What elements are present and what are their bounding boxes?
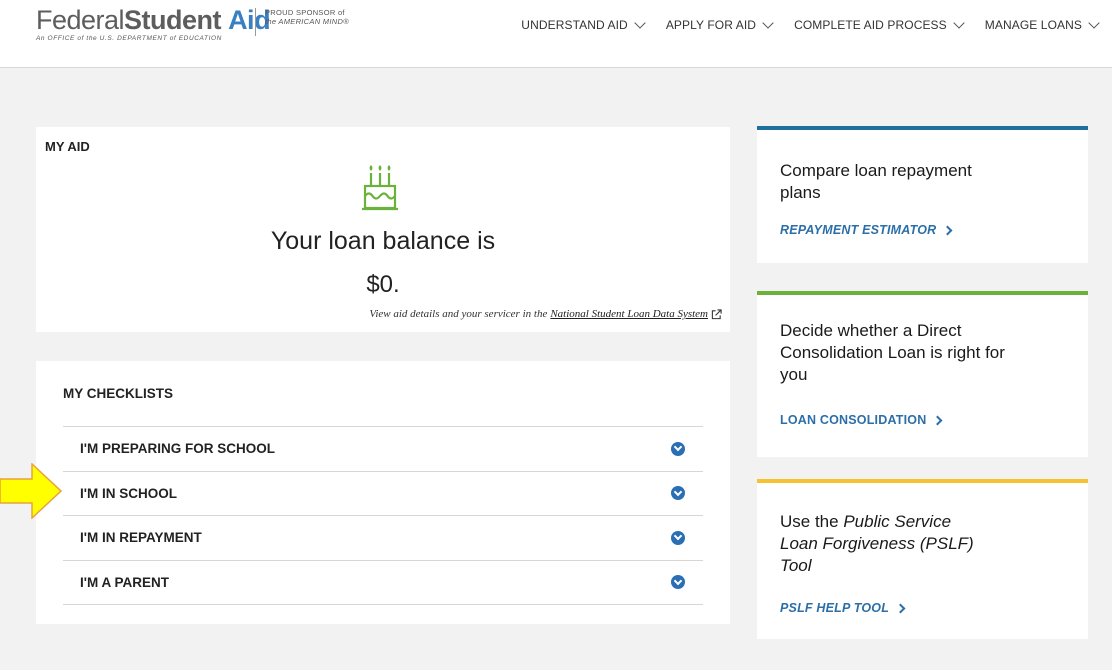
logo-word-student: Student bbox=[124, 5, 222, 35]
link-label: LOAN CONSOLIDATION bbox=[780, 413, 927, 427]
checklist-item-label: I'M A PARENT bbox=[80, 574, 169, 590]
chevron-down-circle-icon[interactable] bbox=[671, 486, 685, 501]
heading-prefix: Use the bbox=[780, 512, 839, 531]
checklist-item-in-school[interactable]: I'M IN SCHOOL bbox=[63, 472, 703, 516]
my-aid-card: MY AID Your loan balance is $0. View aid… bbox=[36, 127, 730, 332]
checklist-list: I'M PREPARING FOR SCHOOL I'M IN SCHOOL I… bbox=[63, 426, 703, 605]
checklist-item-label: I'M IN REPAYMENT bbox=[80, 530, 202, 546]
chevron-down-icon bbox=[634, 17, 646, 29]
logo-subtitle: An OFFICE of the U.S. DEPARTMENT of EDUC… bbox=[36, 35, 222, 42]
annotation-arrow-icon bbox=[0, 463, 62, 519]
nslds-link[interactable]: National Student Loan Data System bbox=[550, 308, 708, 320]
logo-word-federal: Federal bbox=[36, 5, 125, 35]
site-header: FederalStudent Aid An OFFICE of the U.S.… bbox=[0, 0, 1112, 68]
nav-apply-for-aid[interactable]: APPLY FOR AID bbox=[665, 17, 774, 32]
loan-consolidation-link[interactable]: LOAN CONSOLIDATION bbox=[780, 413, 943, 427]
federal-student-aid-logo[interactable]: FederalStudent Aid An OFFICE of the U.S.… bbox=[36, 5, 271, 42]
nav-label: COMPLETE AID PROCESS bbox=[794, 18, 947, 32]
checklist-item-label: I'M PREPARING FOR SCHOOL bbox=[80, 441, 275, 457]
checklists-title: MY CHECKLISTS bbox=[63, 386, 174, 401]
repayment-estimator-card: Compare loan repayment plans REPAYMENT E… bbox=[757, 126, 1088, 263]
chevron-down-icon bbox=[953, 17, 965, 29]
chevron-down-circle-icon[interactable] bbox=[671, 575, 685, 590]
chevron-right-icon bbox=[942, 225, 953, 235]
chevron-down-icon bbox=[762, 17, 774, 29]
pslf-tool-card: Use the Public Service Loan Forgiveness … bbox=[757, 479, 1088, 639]
link-label: PSLF HELP TOOL bbox=[780, 601, 890, 615]
sponsor-line-2: the AMERICAN MIND® bbox=[265, 17, 349, 26]
nav-manage-loans[interactable]: MANAGE LOANS bbox=[984, 17, 1100, 32]
my-aid-title: MY AID bbox=[45, 139, 90, 154]
chevron-right-icon bbox=[895, 603, 906, 613]
nav-understand-aid[interactable]: UNDERSTAND AID bbox=[521, 17, 646, 32]
loan-consolidation-card: Decide whether a Direct Consolidation Lo… bbox=[757, 291, 1088, 457]
sponsor-tagline: PROUD SPONSOR of the AMERICAN MIND® bbox=[255, 8, 349, 36]
side-card-heading: Use the Public Service Loan Forgiveness … bbox=[780, 511, 990, 577]
link-label: REPAYMENT ESTIMATOR bbox=[780, 223, 937, 237]
nav-label: APPLY FOR AID bbox=[665, 18, 757, 32]
side-card-heading: Compare loan repayment plans bbox=[780, 161, 972, 202]
chevron-down-icon bbox=[1088, 17, 1100, 29]
sponsor-line-1: PROUD SPONSOR of bbox=[265, 8, 345, 17]
checklist-item-label: I'M IN SCHOOL bbox=[80, 485, 177, 501]
chevron-down-circle-icon[interactable] bbox=[671, 441, 685, 456]
chevron-down-circle-icon[interactable] bbox=[671, 530, 685, 545]
nav-complete-aid-process[interactable]: COMPLETE AID PROCESS bbox=[794, 17, 965, 32]
nav-label: UNDERSTAND AID bbox=[521, 18, 628, 32]
external-link-icon bbox=[711, 308, 722, 319]
repayment-estimator-link[interactable]: REPAYMENT ESTIMATOR bbox=[780, 223, 953, 237]
side-card-heading: Decide whether a Direct Consolidation Lo… bbox=[780, 321, 1005, 384]
birthday-cake-icon bbox=[362, 165, 398, 211]
main-nav: UNDERSTAND AID APPLY FOR AID COMPLETE AI… bbox=[499, 17, 1100, 32]
loan-balance-value: $0. bbox=[366, 271, 400, 298]
nav-label: MANAGE LOANS bbox=[984, 18, 1082, 32]
checklist-item-parent[interactable]: I'M A PARENT bbox=[63, 561, 703, 605]
nslds-text: View aid details and your servicer in th… bbox=[369, 308, 548, 320]
loan-balance-label: Your loan balance is bbox=[270, 227, 496, 255]
my-checklists-card: MY CHECKLISTS I'M PREPARING FOR SCHOOL I… bbox=[36, 361, 730, 624]
nslds-note: View aid details and your servicer in th… bbox=[369, 308, 722, 320]
checklist-item-in-repayment[interactable]: I'M IN REPAYMENT bbox=[63, 516, 703, 561]
pslf-help-tool-link[interactable]: PSLF HELP TOOL bbox=[780, 601, 906, 615]
checklist-item-preparing-for-school[interactable]: I'M PREPARING FOR SCHOOL bbox=[63, 427, 703, 472]
chevron-right-icon bbox=[932, 415, 943, 425]
